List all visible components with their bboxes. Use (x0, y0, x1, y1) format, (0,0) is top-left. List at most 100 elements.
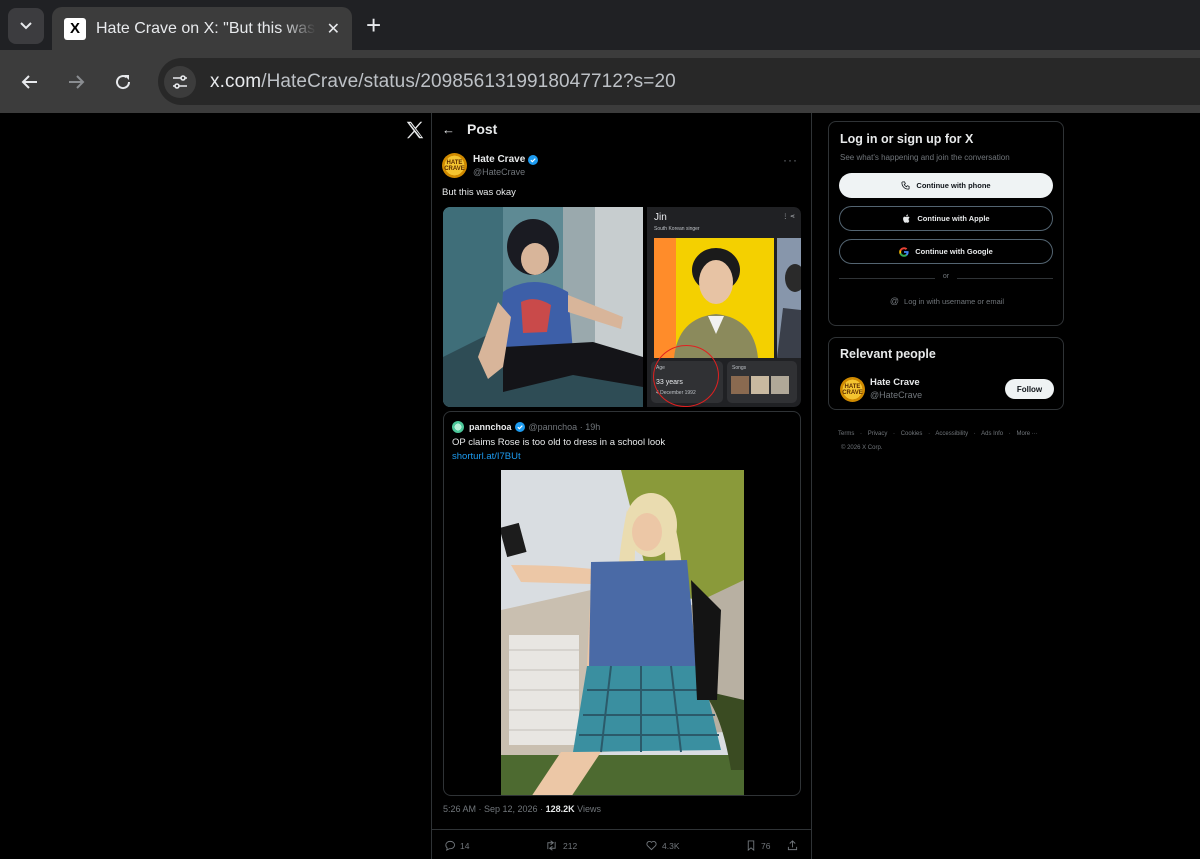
quoted-author-name: pannchoa (469, 422, 512, 432)
song-thumb (731, 376, 749, 394)
bookmark-button[interactable]: 76 (746, 840, 770, 851)
footer-separator: · (1008, 431, 1011, 437)
quoted-post[interactable]: pannchoa @pannchoa · 19h OP claims Rose … (443, 411, 801, 796)
back-button[interactable] (15, 67, 45, 97)
avatar[interactable]: HATE CRAVE (442, 153, 467, 178)
reload-button[interactable] (108, 67, 138, 97)
at-icon: @ (889, 296, 900, 306)
songs-card: Songs (727, 361, 797, 403)
quoted-avatar (452, 421, 464, 433)
post-author: HATE CRAVE Hate Crave @HateCrave ··· (442, 153, 802, 183)
bookmark-icon (747, 840, 755, 851)
tab-close-icon[interactable]: ✕ (327, 19, 340, 39)
site-info-button[interactable] (164, 65, 196, 98)
timestamp-text[interactable]: 5:26 AM · Sep 12, 2026 · (443, 804, 546, 814)
browser-toolbar: x.com/HateCrave/status/20985613199180477… (0, 50, 1200, 113)
reload-icon (116, 75, 131, 90)
url-text: x.com/HateCrave/status/20985613199180477… (210, 71, 676, 93)
continue-with-phone-button[interactable]: Continue with phone (839, 173, 1053, 198)
song-thumb (751, 376, 769, 394)
x-page: ← Post HATE CRAVE Hate Crave @HateCrave … (0, 113, 1200, 859)
tune-icon (173, 74, 187, 89)
more-options-icon[interactable]: ··· (783, 153, 798, 167)
quoted-link[interactable]: shorturl.at/I7BUt (452, 451, 521, 462)
post-timestamp: 5:26 AM · Sep 12, 2026 · 128.2K Views (443, 804, 601, 814)
bookmark-count: 76 (761, 840, 771, 851)
footer-link-accessibility[interactable]: Accessibility (935, 431, 968, 437)
login-username-label: Log in with username or email (904, 296, 1005, 306)
song-thumb (771, 376, 789, 394)
forward-button[interactable] (61, 67, 91, 97)
photo-man-image (443, 207, 643, 407)
quoted-author: pannchoa @pannchoa · 19h (452, 421, 600, 433)
heart-icon (646, 840, 657, 851)
footer-link-privacy[interactable]: Privacy (868, 431, 888, 437)
apple-icon (903, 214, 910, 223)
quoted-author-meta: @pannchoa · 19h (528, 422, 601, 432)
reply-icon (445, 840, 455, 851)
footer-separator: · (973, 431, 976, 437)
footer-link-more[interactable]: More ··· (1016, 431, 1037, 437)
footer-separator: · (860, 431, 863, 437)
footer-separator: · (928, 431, 931, 437)
or-text: or (942, 273, 950, 280)
relevant-title: Relevant people (840, 347, 936, 361)
url-host: x.com (210, 70, 262, 92)
continue-with-google-button[interactable]: Continue with Google (839, 239, 1053, 264)
or-divider: or (839, 273, 1053, 283)
footer-link-cookies[interactable]: Cookies (901, 431, 923, 437)
footer-link-terms[interactable]: Terms (838, 431, 854, 437)
footer-link-ads-info[interactable]: Ads Info (981, 431, 1003, 437)
signup-title: Log in or sign up for X (840, 132, 974, 146)
share-button[interactable] (787, 840, 803, 851)
footer-links: Terms · Privacy · Cookies · Accessibilit… (838, 431, 1042, 437)
author-name[interactable]: Hate Crave (473, 154, 539, 165)
post-photo-2[interactable]: Jin South Korean singer ⋮ ⋖ Age 33 years… (647, 207, 801, 407)
photo-jin-image (654, 238, 774, 358)
page-title: Post (467, 121, 498, 137)
divider-line (839, 278, 935, 279)
reply-count: 14 (460, 840, 470, 851)
photo-woman-image (501, 470, 744, 795)
author-name-text: Hate Crave (473, 154, 526, 165)
continue-with-apple-button[interactable]: Continue with Apple (839, 206, 1053, 231)
verified-badge-icon (528, 154, 539, 165)
divider-line (957, 278, 1053, 279)
address-bar[interactable]: x.com/HateCrave/status/20985613199180477… (158, 58, 1200, 105)
search-card-photo-2 (777, 238, 801, 358)
quoted-text: OP claims Rose is too old to dress in a … (452, 437, 666, 448)
like-count: 4.3K (662, 840, 680, 851)
search-card-photo (654, 238, 774, 358)
like-button[interactable]: 4.3K (646, 840, 680, 851)
quoted-photo[interactable] (501, 470, 744, 795)
login-username-link[interactable]: @ Log in with username or email (829, 296, 1065, 306)
footer-separator: · (893, 431, 896, 437)
signup-subtitle: See what's happening and join the conver… (840, 153, 1010, 162)
tab-title: Hate Crave on X: "But this was o (96, 19, 316, 37)
follow-button[interactable]: Follow (1005, 379, 1054, 399)
google-icon (899, 246, 909, 257)
search-card-subtitle: South Korean singer (654, 226, 700, 232)
views-count: 128.2K (545, 804, 575, 814)
back-arrow-icon[interactable]: ← (442, 122, 455, 137)
author-handle[interactable]: @HateCrave (473, 167, 525, 177)
avatar[interactable]: HATE CRAVE (840, 377, 865, 402)
repost-icon (547, 840, 556, 851)
relevant-name[interactable]: Hate Crave (870, 377, 920, 388)
new-tab-button[interactable]: + (366, 12, 381, 38)
tab-search-button[interactable] (8, 8, 44, 44)
arrow-left-icon (21, 75, 37, 89)
repost-button[interactable]: 212 (545, 840, 577, 851)
views-label: Views (574, 804, 601, 814)
post-text: But this was okay (442, 187, 516, 198)
post-photo-1[interactable] (443, 207, 643, 407)
x-logo-icon[interactable] (404, 119, 426, 141)
url-path: /HateCrave/status/2098561319918047712?s=… (261, 70, 676, 92)
search-card-title: Jin (654, 212, 667, 223)
relevant-handle[interactable]: @HateCrave (870, 390, 922, 400)
signup-card: Log in or sign up for X See what's happe… (828, 121, 1064, 326)
post-header: ← Post (442, 121, 497, 137)
apple-label: Continue with Apple (917, 214, 990, 223)
reply-button[interactable]: 14 (444, 840, 469, 851)
browser-tab[interactable]: X Hate Crave on X: "But this was o ✕ (52, 7, 352, 50)
